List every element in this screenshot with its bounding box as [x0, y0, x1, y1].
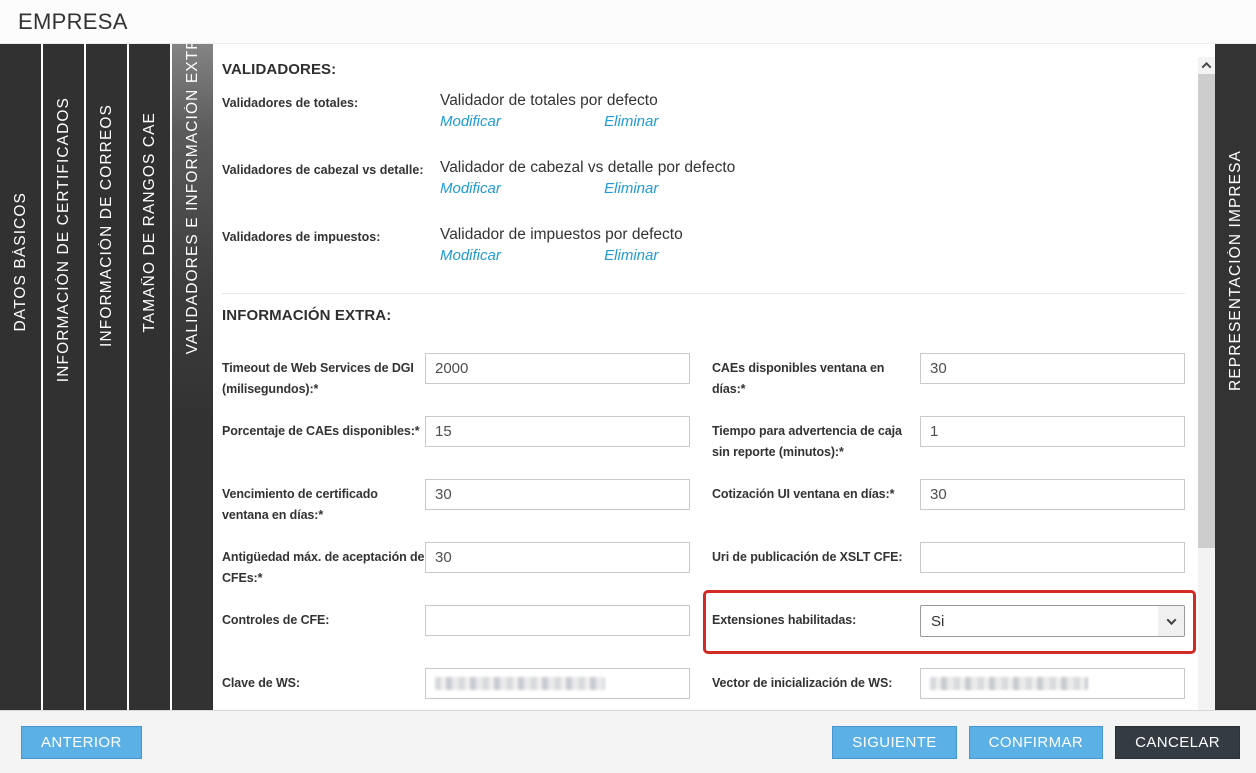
tab-informacion-de-correos[interactable]: INFORMACIÓN DE CORREOS	[86, 44, 127, 710]
tab-label: INFORMACIÓN DE CERTIFICADOS	[55, 97, 73, 382]
validators-section: Validadores de totales: Validador de tot…	[222, 92, 1185, 264]
obscured-value	[930, 677, 1088, 690]
field-row: Antigüedad máx. de aceptación de CFEs:*	[222, 542, 690, 605]
cancelar-button[interactable]: CANCELAR	[1115, 726, 1240, 759]
vencimiento-certificado-input[interactable]	[425, 479, 690, 510]
field-row: Controles de CFE:	[222, 605, 690, 668]
delete-link[interactable]: Eliminar	[604, 113, 658, 130]
modify-link[interactable]: Modificar	[440, 113, 600, 130]
field-label: Vencimiento de certificado ventana en dí…	[222, 479, 425, 542]
timeout-ws-dgi-input[interactable]	[425, 353, 690, 384]
dialog-header: EMPRESA	[0, 0, 1256, 44]
validators-heading: VALIDADORES:	[222, 61, 1185, 78]
left-tab-strip: DATOS BÁSICOS INFORMACIÓN DE CERTIFICADO…	[0, 44, 213, 710]
extra-info-heading: INFORMACIÓN EXTRA:	[222, 307, 1185, 324]
tab-label: TAMAÑO DE RANGOS CAE	[141, 112, 159, 333]
uri-publicacion-xslt-input[interactable]	[920, 542, 1185, 573]
tiempo-advertencia-caja-input[interactable]	[920, 416, 1185, 447]
field-label: CAEs disponibles ventana en días:*	[712, 353, 920, 416]
porcentaje-caes-input[interactable]	[425, 416, 690, 447]
clave-ws-input[interactable]	[425, 668, 690, 699]
field-label: Cotización UI ventana en días:*	[712, 479, 920, 542]
controles-cfe-input[interactable]	[425, 605, 690, 636]
field-label: Porcentaje de CAEs disponibles:*	[222, 416, 425, 479]
field-row: Uri de publicación de XSLT CFE:	[712, 542, 1185, 605]
confirmar-button[interactable]: CONFIRMAR	[969, 726, 1103, 759]
tab-label: INFORMACIÓN DE CORREOS	[98, 104, 116, 347]
modify-link[interactable]: Modificar	[440, 247, 600, 264]
footer-bar: ANTERIOR SIGUIENTE CONFIRMAR CANCELAR	[0, 710, 1256, 773]
field-row: Vencimiento de certificado ventana en dí…	[222, 479, 690, 542]
delete-link[interactable]: Eliminar	[604, 247, 658, 264]
siguiente-button[interactable]: SIGUIENTE	[832, 726, 956, 759]
field-label: Tiempo para advertencia de caja sin repo…	[712, 416, 920, 479]
field-row-extensiones-highlighted: Extensiones habilitadas: Si	[712, 605, 1185, 668]
validator-label: Validadores de impuestos:	[222, 226, 440, 264]
tab-label: REPRESENTACIÓN IMPRESA	[1227, 150, 1245, 391]
validator-label: Validadores de totales:	[222, 92, 440, 130]
vector-inicializacion-ws-input[interactable]	[920, 668, 1185, 699]
extensiones-habilitadas-select[interactable]: Si	[920, 605, 1185, 637]
validator-row: Validadores de impuestos: Validador de i…	[222, 226, 1185, 264]
form-column-right: CAEs disponibles ventana en días:* Tiemp…	[712, 353, 1185, 731]
form-content-panel: VALIDADORES: Validadores de totales: Val…	[213, 44, 1198, 710]
field-row: Tiempo para advertencia de caja sin repo…	[712, 416, 1185, 479]
modify-link[interactable]: Modificar	[440, 180, 600, 197]
field-label: Extensiones habilitadas:	[712, 605, 920, 668]
validator-value: Validador de totales por defecto	[440, 92, 1185, 110]
tab-datos-basicos[interactable]: DATOS BÁSICOS	[0, 44, 41, 710]
chevron-up-icon	[1202, 62, 1212, 72]
caes-disponibles-ventana-input[interactable]	[920, 353, 1185, 384]
tab-representacion-impresa[interactable]: REPRESENTACIÓN IMPRESA	[1215, 44, 1256, 710]
select-dropdown-button[interactable]	[1158, 606, 1184, 636]
field-label: Uri de publicación de XSLT CFE:	[712, 542, 920, 605]
field-row: Cotización UI ventana en días:*	[712, 479, 1185, 542]
tab-label: DATOS BÁSICOS	[12, 192, 30, 331]
scrollbar-up-button[interactable]	[1198, 57, 1215, 74]
page-title: EMPRESA	[18, 9, 128, 35]
delete-link[interactable]: Eliminar	[604, 180, 658, 197]
field-label: Timeout de Web Services de DGI (milisegu…	[222, 353, 425, 416]
tab-label: VALIDADORES E INFORMACIÓN EXTRA	[184, 44, 202, 354]
vertical-scrollbar	[1198, 44, 1215, 710]
select-selected-value: Si	[921, 613, 1158, 630]
section-divider	[222, 293, 1185, 294]
cotizacion-ui-ventana-input[interactable]	[920, 479, 1185, 510]
tab-tamano-de-rangos-cae[interactable]: TAMAÑO DE RANGOS CAE	[129, 44, 170, 710]
field-label: Antigüedad máx. de aceptación de CFEs:*	[222, 542, 425, 605]
scrollbar-thumb[interactable]	[1198, 74, 1215, 548]
anterior-button[interactable]: ANTERIOR	[21, 726, 142, 759]
antiguedad-max-cfes-input[interactable]	[425, 542, 690, 573]
validator-value: Validador de impuestos por defecto	[440, 226, 1185, 244]
form-column-left: Timeout de Web Services de DGI (milisegu…	[222, 353, 690, 731]
tab-informacion-de-certificados[interactable]: INFORMACIÓN DE CERTIFICADOS	[43, 44, 84, 710]
field-row: Porcentaje de CAEs disponibles:*	[222, 416, 690, 479]
validator-label: Validadores de cabezal vs detalle:	[222, 159, 440, 197]
tab-validadores-e-informacion-extra[interactable]: VALIDADORES E INFORMACIÓN EXTRA	[172, 44, 213, 710]
extra-info-form: Timeout de Web Services de DGI (milisegu…	[222, 353, 1185, 731]
obscured-value	[435, 677, 605, 690]
validator-row: Validadores de cabezal vs detalle: Valid…	[222, 159, 1185, 197]
validator-row: Validadores de totales: Validador de tot…	[222, 92, 1185, 130]
validator-value: Validador de cabezal vs detalle por defe…	[440, 159, 1185, 177]
field-label: Controles de CFE:	[222, 605, 425, 668]
field-row: Timeout de Web Services de DGI (milisegu…	[222, 353, 690, 416]
field-row: CAEs disponibles ventana en días:*	[712, 353, 1185, 416]
chevron-down-icon	[1166, 615, 1176, 625]
